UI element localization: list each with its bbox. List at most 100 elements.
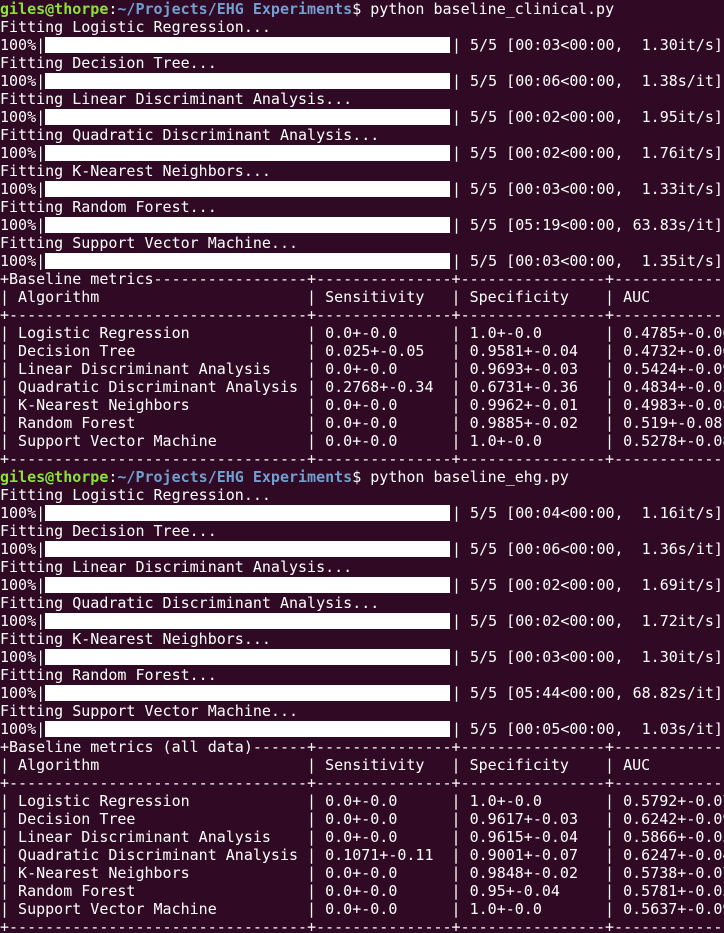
progress-stats: | 5/5 [05:19<00:00, 63.83s/it] bbox=[452, 216, 723, 234]
progress-stats: | 5/5 [00:03<00:00, 1.30it/s] bbox=[452, 36, 723, 54]
progress-bar bbox=[45, 109, 450, 125]
prompt-symbol: $ bbox=[352, 0, 371, 18]
progress-stats: | 5/5 [00:04<00:00, 1.16it/s] bbox=[452, 504, 723, 522]
progress-percent: 100%| bbox=[0, 144, 46, 162]
progress-percent: 100%| bbox=[0, 216, 46, 234]
table-line: | Quadratic Discriminant Analysis | 0.27… bbox=[0, 378, 724, 396]
progress-bar bbox=[45, 541, 450, 557]
table-line: | Random Forest | 0.0+-0.0 | 0.9885+-0.0… bbox=[0, 414, 724, 432]
fit-label: Fitting Logistic Regression... bbox=[0, 18, 271, 36]
progress-percent: 100%| bbox=[0, 108, 46, 126]
progress-row: 100%| | 5/5 [05:19<00:00, 63.83s/it] bbox=[0, 216, 724, 234]
prompt-path: ~/Projects/EHG Experiments bbox=[117, 468, 353, 486]
table-line: | Logistic Regression | 0.0+-0.0 | 1.0+-… bbox=[0, 324, 724, 342]
progress-row: 100%| | 5/5 [00:03<00:00, 1.33it/s] bbox=[0, 180, 724, 198]
progress-stats: | 5/5 [00:02<00:00, 1.72it/s] bbox=[452, 612, 723, 630]
fit-label: Fitting Random Forest... bbox=[0, 198, 217, 216]
fit-label: Fitting Logistic Regression... bbox=[0, 486, 271, 504]
fit-label: Fitting Support Vector Machine... bbox=[0, 702, 299, 720]
progress-percent: 100%| bbox=[0, 576, 46, 594]
prompt-user: giles@thorpe bbox=[0, 0, 109, 18]
prompt-user: giles@thorpe bbox=[0, 468, 109, 486]
fit-label: Fitting Decision Tree... bbox=[0, 54, 217, 72]
table-line: | Decision Tree | 0.0+-0.0 | 0.9617+-0.0… bbox=[0, 810, 724, 828]
progress-row: 100%| | 5/5 [00:02<00:00, 1.72it/s] bbox=[0, 612, 724, 630]
progress-percent: 100%| bbox=[0, 504, 46, 522]
progress-percent: 100%| bbox=[0, 648, 46, 666]
table-line: +Baseline metrics-----------------+-----… bbox=[0, 270, 724, 288]
progress-bar bbox=[45, 685, 450, 701]
prompt-line: giles@thorpe:~/Projects/EHG Experiments$… bbox=[0, 0, 724, 18]
progress-bar bbox=[45, 37, 450, 53]
fit-label: Fitting Linear Discriminant Analysis... bbox=[0, 90, 353, 108]
progress-stats: | 5/5 [05:44<00:00, 68.82s/it] bbox=[452, 684, 723, 702]
progress-row: 100%| | 5/5 [00:03<00:00, 1.35it/s] bbox=[0, 252, 724, 270]
progress-percent: 100%| bbox=[0, 252, 46, 270]
progress-row: 100%| | 5/5 [00:02<00:00, 1.76it/s] bbox=[0, 144, 724, 162]
fit-label: Fitting Support Vector Machine... bbox=[0, 234, 299, 252]
prompt-path: ~/Projects/EHG Experiments bbox=[117, 0, 353, 18]
progress-percent: 100%| bbox=[0, 180, 46, 198]
table-line: | K-Nearest Neighbors | 0.0+-0.0 | 0.984… bbox=[0, 864, 724, 882]
progress-row: 100%| | 5/5 [00:05<00:00, 1.03s/it] bbox=[0, 720, 724, 738]
terminal-window[interactable]: giles@thorpe:~/Projects/EHG Experiments$… bbox=[0, 0, 724, 933]
table-line: | Quadratic Discriminant Analysis | 0.10… bbox=[0, 846, 724, 864]
table-line: +Baseline metrics (all data)------+-----… bbox=[0, 738, 724, 756]
progress-row: 100%| | 5/5 [00:06<00:00, 1.36s/it] bbox=[0, 540, 724, 558]
table-line: | K-Nearest Neighbors | 0.0+-0.0 | 0.996… bbox=[0, 396, 724, 414]
table-line: | Linear Discriminant Analysis | 0.0+-0.… bbox=[0, 360, 724, 378]
fit-label: Fitting Quadratic Discriminant Analysis.… bbox=[0, 594, 380, 612]
fit-label: Fitting K-Nearest Neighbors... bbox=[0, 162, 271, 180]
progress-stats: | 5/5 [00:03<00:00, 1.30it/s] bbox=[452, 648, 723, 666]
progress-bar bbox=[45, 253, 450, 269]
progress-stats: | 5/5 [00:06<00:00, 1.38s/it] bbox=[452, 72, 723, 90]
progress-percent: 100%| bbox=[0, 612, 46, 630]
progress-stats: | 5/5 [00:02<00:00, 1.95it/s] bbox=[452, 108, 723, 126]
progress-percent: 100%| bbox=[0, 72, 46, 90]
table-line: | Algorithm | Sensitivity | Specificity … bbox=[0, 756, 724, 774]
progress-row: 100%| | 5/5 [00:03<00:00, 1.30it/s] bbox=[0, 36, 724, 54]
prompt-line: giles@thorpe:~/Projects/EHG Experiments$… bbox=[0, 468, 724, 486]
progress-stats: | 5/5 [00:05<00:00, 1.03s/it] bbox=[452, 720, 723, 738]
progress-bar bbox=[45, 73, 450, 89]
progress-percent: 100%| bbox=[0, 684, 46, 702]
progress-bar bbox=[45, 181, 450, 197]
progress-bar bbox=[45, 649, 450, 665]
progress-stats: | 5/5 [00:03<00:00, 1.33it/s] bbox=[452, 180, 723, 198]
progress-row: 100%| | 5/5 [00:06<00:00, 1.38s/it] bbox=[0, 72, 724, 90]
progress-row: 100%| | 5/5 [00:04<00:00, 1.16it/s] bbox=[0, 504, 724, 522]
table-line: | Support Vector Machine | 0.0+-0.0 | 1.… bbox=[0, 432, 724, 450]
table-line: | Linear Discriminant Analysis | 0.0+-0.… bbox=[0, 828, 724, 846]
fit-label: Fitting Linear Discriminant Analysis... bbox=[0, 558, 353, 576]
progress-row: 100%| | 5/5 [00:02<00:00, 1.69it/s] bbox=[0, 576, 724, 594]
progress-stats: | 5/5 [00:02<00:00, 1.76it/s] bbox=[452, 144, 723, 162]
table-line: +---------------------------------+-----… bbox=[0, 450, 724, 468]
progress-bar bbox=[45, 577, 450, 593]
fit-label: Fitting Random Forest... bbox=[0, 666, 217, 684]
table-line: | Decision Tree | 0.025+-0.05 | 0.9581+-… bbox=[0, 342, 724, 360]
table-line: | Random Forest | 0.0+-0.0 | 0.95+-0.04 … bbox=[0, 882, 724, 900]
progress-bar bbox=[45, 721, 450, 737]
progress-percent: 100%| bbox=[0, 36, 46, 54]
progress-row: 100%| | 5/5 [00:02<00:00, 1.95it/s] bbox=[0, 108, 724, 126]
table-line: | Logistic Regression | 0.0+-0.0 | 1.0+-… bbox=[0, 792, 724, 810]
fit-label: Fitting K-Nearest Neighbors... bbox=[0, 630, 271, 648]
progress-stats: | 5/5 [00:06<00:00, 1.36s/it] bbox=[452, 540, 723, 558]
progress-percent: 100%| bbox=[0, 540, 46, 558]
table-line: +---------------------------------+-----… bbox=[0, 306, 724, 324]
progress-bar bbox=[45, 217, 450, 233]
fit-label: Fitting Quadratic Discriminant Analysis.… bbox=[0, 126, 380, 144]
table-line: +---------------------------------+-----… bbox=[0, 774, 724, 792]
prompt-command: python baseline_clinical.py bbox=[370, 0, 615, 18]
fit-label: Fitting Decision Tree... bbox=[0, 522, 217, 540]
progress-row: 100%| | 5/5 [00:03<00:00, 1.30it/s] bbox=[0, 648, 724, 666]
progress-bar bbox=[45, 613, 450, 629]
progress-stats: | 5/5 [00:03<00:00, 1.35it/s] bbox=[452, 252, 723, 270]
table-line: | Algorithm | Sensitivity | Specificity … bbox=[0, 288, 724, 306]
progress-percent: 100%| bbox=[0, 720, 46, 738]
progress-stats: | 5/5 [00:02<00:00, 1.69it/s] bbox=[452, 576, 723, 594]
progress-row: 100%| | 5/5 [05:44<00:00, 68.82s/it] bbox=[0, 684, 724, 702]
prompt-command: python baseline_ehg.py bbox=[370, 468, 569, 486]
progress-bar bbox=[45, 505, 450, 521]
table-line: | Support Vector Machine | 0.0+-0.0 | 1.… bbox=[0, 900, 724, 918]
